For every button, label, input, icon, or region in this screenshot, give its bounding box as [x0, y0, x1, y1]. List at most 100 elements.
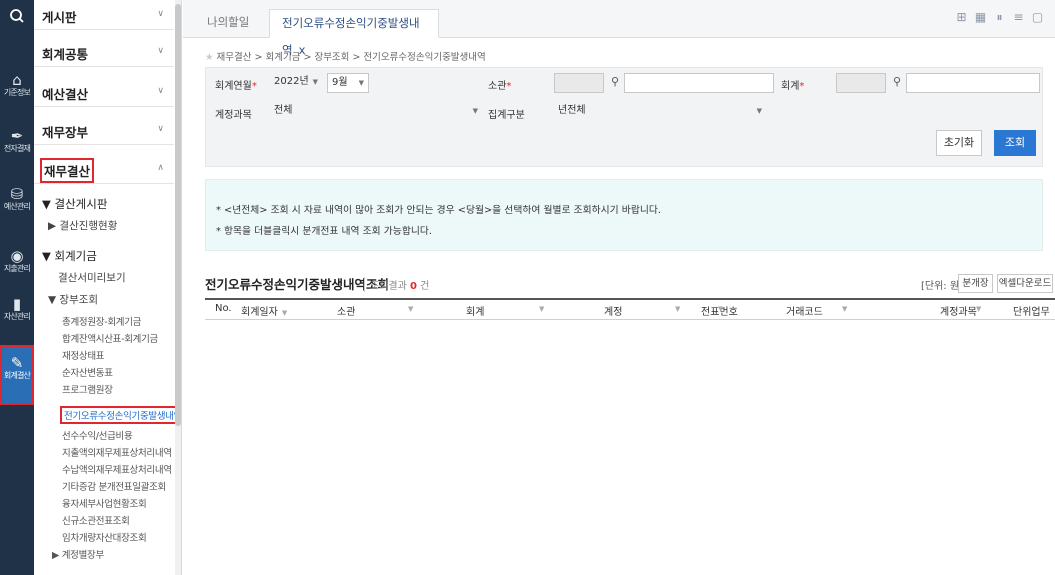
star-icon[interactable]: ★ [205, 52, 214, 63]
account-search-icon[interactable]: ⚲ [888, 73, 906, 93]
jurisdiction-name-input[interactable] [624, 73, 774, 93]
account-label: 회계* [781, 81, 805, 92]
notice-line-1: * <년전체> 조회 시 자료 내역이 많아 조회가 안되는 경우 <당월>을 … [216, 205, 661, 216]
filter-icon: ▼ [842, 305, 848, 313]
chevron-up-icon: ∧ [157, 163, 164, 173]
window-icon[interactable]: ▢ [1030, 10, 1045, 25]
scrollbar-thumb[interactable] [175, 4, 181, 426]
menu-category-finance-settlement[interactable]: 재무결산 ∧ [34, 154, 174, 184]
tree-leaf[interactable]: 지출액의재무제표상처리내역 [62, 445, 172, 459]
filter-icon: ▼ [718, 305, 724, 313]
rail-item-expense[interactable]: ◉ 지출관리 [0, 248, 34, 274]
column-voucher-filter[interactable]: ▼ [714, 303, 723, 314]
column-ledger-filter[interactable]: ▼ [671, 303, 680, 314]
menu-category-common[interactable]: 회계공통 ∨ [34, 37, 174, 67]
column-subject-filter[interactable]: ▼ [972, 303, 981, 314]
menu-category-board[interactable]: 게시판 ∨ [34, 0, 174, 30]
filter-icon: ▼ [281, 309, 288, 317]
tree-node-statement-preview[interactable]: 결산서미리보기 [58, 270, 126, 285]
rail-item-budget[interactable]: ⛁ 예산관리 [0, 186, 34, 212]
jurisdiction-search-icon[interactable]: ⚲ [606, 73, 624, 93]
result-title: 전기오류수정손익기중발생내역조회 [205, 277, 390, 292]
column-no: No. [215, 303, 232, 314]
menu-category-budget-settlement[interactable]: 예산결산 ∨ [34, 77, 174, 107]
tab-my-tasks[interactable]: 나의할일 [195, 9, 261, 38]
month-select[interactable]: 9월 ▼ [327, 73, 369, 93]
grid-icon[interactable]: ▦ [973, 10, 988, 25]
tree-leaf[interactable]: 임차개량자산대장조회 [62, 530, 147, 544]
reset-button[interactable]: 초기화 [936, 130, 982, 156]
chevron-down-icon: ∨ [157, 46, 164, 56]
tab-current-page[interactable]: 전기오류수정손익기중발생내역 x [269, 9, 439, 57]
column-jurisdiction[interactable]: 소관 [337, 303, 355, 318]
column-ledger[interactable]: 계정 [604, 303, 622, 318]
rail-item-accounting-settlement[interactable]: ✎ 회계결산 [0, 345, 34, 405]
account-code-input[interactable] [836, 73, 886, 93]
icon-rail: ⌂ 기준정보 ✒ 전자결재 ⛁ 예산관리 ◉ 지출관리 ▮ 자산관리 ✎ 회계결… [0, 0, 34, 575]
unit-label: [단위: 원] [921, 281, 963, 292]
notice-line-2: * 항목을 더블클릭시 분개전표 내역 조회 가능합니다. [216, 226, 432, 237]
column-jurisdiction-filter[interactable]: ▼ [404, 303, 413, 314]
tree-leaf[interactable]: 융자세부사업현황조회 [62, 496, 147, 510]
jurisdiction-code-input[interactable] [554, 73, 604, 93]
filter-icon: ▼ [408, 305, 414, 313]
tree-leaf[interactable]: 총계정원장-회계기금 [62, 314, 141, 328]
bookmark-icon[interactable]: ⊞ [954, 10, 969, 25]
tree-leaf[interactable]: 선수수익/선급비용 [62, 428, 133, 442]
pause-icon[interactable]: ⏸ [992, 10, 1007, 25]
search-panel: 회계연월* 2022년 ▼ 9월 ▼ 소관* ⚲ 회계* ⚲ 계정과목 전체 ▼ 집계… [205, 67, 1043, 167]
chevron-down-icon: ∨ [157, 86, 164, 96]
account-name-input[interactable] [906, 73, 1040, 93]
tree-node-accounting-fund[interactable]: ▼ 회계기금 [42, 248, 97, 264]
filter-icon: ▼ [675, 305, 681, 313]
tree-leaf[interactable]: 순자산변동표 [62, 365, 113, 379]
aggregate-label: 집계구분 [488, 110, 525, 121]
settle-icon: ✎ [10, 354, 24, 372]
aggregate-select[interactable]: 년전체 ▼ [554, 102, 766, 122]
column-transaction-filter[interactable]: ▼ [838, 303, 847, 314]
journal-button[interactable]: 분개장 [958, 274, 993, 293]
wallet-icon: ◉ [10, 247, 24, 265]
chevron-down-icon: ▼ [472, 107, 478, 115]
rail-item-assets[interactable]: ▮ 자산관리 [0, 296, 34, 322]
coins-icon: ⛁ [10, 185, 24, 203]
tree-node-ledger-query[interactable]: ▼ 장부조회 [48, 292, 98, 307]
chevron-down-icon: ▼ [358, 79, 364, 87]
menu-icon[interactable]: ≡ [1011, 10, 1026, 25]
column-unit-task[interactable]: 단위업무 [1013, 303, 1050, 318]
tree-node-settlement-status[interactable]: ▶ 결산진행현황 [48, 218, 117, 233]
subject-select[interactable]: 전체 ▼ [270, 102, 482, 122]
grid-header: No. 회계일자 ▼ 소관 ▼ 회계 ▼ 계정 ▼ 전표번호 ▼ 거래코드 ▼ 계… [205, 298, 1055, 320]
column-account-filter[interactable]: ▼ [535, 303, 544, 314]
tree-leaf-selected[interactable]: 전기오류수정손익기중발생내역 [60, 406, 181, 424]
column-account[interactable]: 회계 [466, 303, 484, 318]
toolbar-icons: ⊞ ▦ ⏸ ≡ ▢ [950, 10, 1045, 25]
chevron-down-icon: ∨ [157, 9, 164, 19]
year-select[interactable]: 2022년 ▼ [270, 73, 322, 93]
tree-leaf[interactable]: 수납액의재무제표상처리내역 [62, 462, 172, 476]
column-transaction-code[interactable]: 거래코드 [786, 303, 823, 318]
chevron-down-icon: ▼ [756, 107, 762, 115]
column-date[interactable]: 회계일자 ▼ [241, 303, 287, 318]
menu-panel: 게시판 ∨ 회계공통 ∨ 예산결산 ∨ 재무장부 ∨ 재무결산 ∧ ▼ 결산게시판 ▶ 결… [34, 0, 182, 575]
notice-box: * <년전체> 조회 시 자료 내역이 많아 조회가 안되는 경우 <당월>을 … [205, 179, 1043, 251]
tree-leaf[interactable]: 합계잔액시산표-회계기금 [62, 331, 158, 345]
subject-label: 계정과목 [215, 110, 252, 121]
tree-leaf[interactable]: 재정상태표 [62, 348, 105, 362]
menu-scrollbar[interactable] [175, 0, 181, 575]
tree-leaf[interactable]: 신규소관전표조회 [62, 513, 130, 527]
tree-leaf[interactable]: 프로그램원장 [62, 382, 113, 396]
menu-category-finance-books[interactable]: 재무장부 ∨ [34, 115, 174, 145]
excel-download-button[interactable]: 엑셀다운로드 [997, 274, 1053, 293]
rail-item-basic-info[interactable]: ⌂ 기준정보 [0, 72, 34, 98]
query-button[interactable]: 조회 [994, 130, 1036, 156]
tree-leaf[interactable]: 기타증감 분개전표일괄조회 [62, 479, 166, 493]
tree-node-account-ledger[interactable]: ▶ 계정별장부 [52, 547, 104, 561]
search-icon[interactable] [0, 6, 34, 28]
chevron-down-icon: ▼ [312, 78, 318, 86]
jurisdiction-label: 소관* [488, 81, 512, 92]
filter-icon: ▼ [539, 305, 545, 313]
fiscal-period-label: 회계연월* [215, 81, 257, 92]
tree-node-settlement-board[interactable]: ▼ 결산게시판 [42, 196, 107, 212]
rail-item-e-approval[interactable]: ✒ 전자결재 [0, 128, 34, 154]
